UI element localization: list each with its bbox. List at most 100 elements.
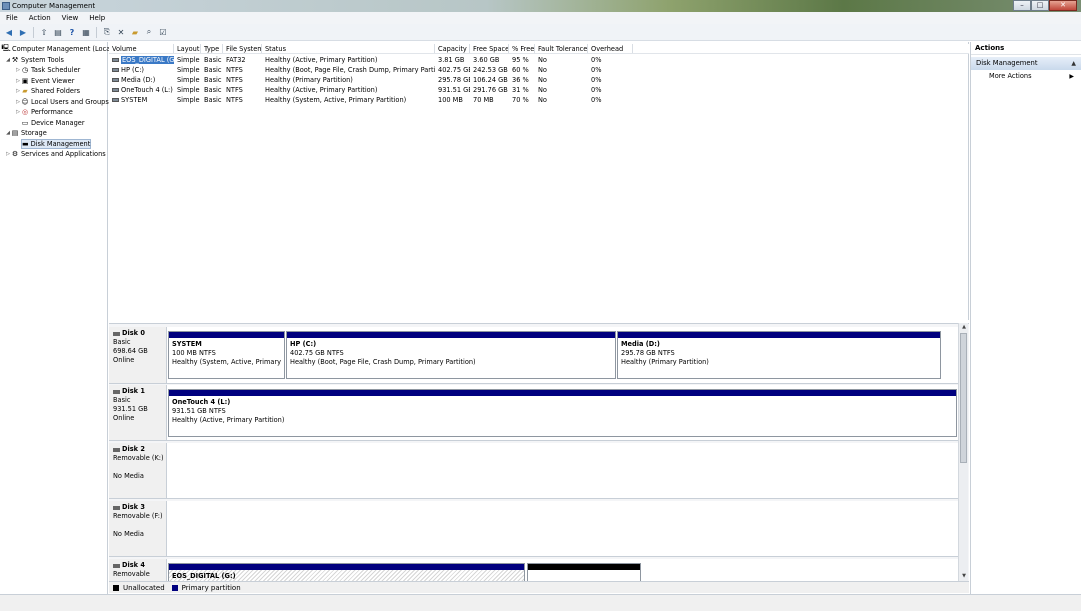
table-row[interactable]: HP (C:) Simple Basic NTFS Healthy (Boot, Pag… [109, 65, 969, 75]
table-row[interactable]: EOS_DIGITAL (G:) Simple Basic FAT32 Healthy … [109, 55, 969, 65]
disk-info[interactable]: Disk 0 Basic 698.64 GB Online [109, 327, 167, 383]
folder-icon[interactable]: ▰ [129, 26, 141, 38]
tree-local-users-and-groups[interactable]: ▷ ☺ Local Users and Groups [15, 97, 109, 107]
storage-icon: ▤ [11, 129, 19, 137]
back-icon[interactable]: ◀ [3, 26, 15, 38]
column-header-free-space[interactable]: Free Space [470, 44, 509, 53]
tree-services-and-applications[interactable]: ▷ ⚙ Services and Applications [5, 149, 106, 159]
disk-name: Disk 0 [113, 329, 162, 338]
cell-overhead: 0% [588, 85, 633, 95]
cell-fault-tolerance: No [535, 75, 588, 85]
tree-event-viewer[interactable]: ▷ ▣ Event Viewer [15, 76, 74, 86]
legend-swatch-primary [171, 584, 178, 591]
minimize-button[interactable]: – [1013, 0, 1031, 11]
menu-help[interactable]: Help [89, 14, 105, 22]
tree-shared-folders[interactable]: ▷ ▰ Shared Folders [15, 86, 80, 96]
maximize-button[interactable]: □ [1031, 0, 1049, 11]
tree-storage[interactable]: ◢ ▤ Storage [5, 128, 47, 138]
menu-file[interactable]: File [6, 14, 18, 22]
tree-performance[interactable]: ▷ ◎ Performance [15, 107, 73, 117]
tree-label: Services and Applications [21, 150, 106, 158]
table-row[interactable]: SYSTEM Simple Basic NTFS Healthy (System, Ac… [109, 95, 969, 105]
clock-icon: ◷ [21, 66, 29, 74]
partition-media-d[interactable]: Media (D:) 295.78 GB NTFS Healthy (Prima… [617, 331, 941, 379]
menu-action[interactable]: Action [29, 14, 51, 22]
tree-label: Event Viewer [31, 77, 75, 85]
menu-view[interactable]: View [62, 14, 79, 22]
disk-map-scrollbar[interactable]: ▲ ▼ [958, 323, 968, 581]
column-header-overhead[interactable]: Overhead [588, 44, 633, 53]
checklist-icon[interactable]: ☑ [157, 26, 169, 38]
partition-system[interactable]: SYSTEM 100 MB NTFS Healthy (System, Acti… [168, 331, 285, 379]
more-actions-label: More Actions [989, 72, 1032, 80]
help-icon[interactable]: ? [66, 26, 78, 38]
up-icon[interactable]: ⇧ [38, 26, 50, 38]
column-header-type[interactable]: Type [201, 44, 223, 53]
legend: Unallocated Primary partition [109, 581, 969, 593]
disk-info[interactable]: Disk 2 Removable (K:) No Media [109, 443, 167, 498]
close-button[interactable]: ✕ [1049, 0, 1077, 11]
partition-name: EOS_DIGITAL (G:) [172, 572, 236, 580]
tree-system-tools[interactable]: ◢ ⚒ System Tools [5, 55, 64, 65]
column-header-fault-tolerance[interactable]: Fault Tolerance [535, 44, 588, 53]
cell-type: Basic [201, 85, 223, 95]
performance-icon: ◎ [21, 108, 29, 116]
column-header-percent-free[interactable]: % Free [509, 44, 535, 53]
search-icon[interactable]: ⌕ [143, 26, 155, 38]
disk-icon [113, 331, 120, 336]
partition-status: Healthy (Primary Partition) [621, 358, 709, 366]
cell-text: Simple [177, 86, 200, 94]
column-header-layout[interactable]: Layout [174, 44, 201, 53]
tree-label: Storage [21, 129, 47, 137]
partition-eos-digital-g[interactable]: EOS_DIGITAL (G:) [168, 563, 525, 581]
tree-label: Performance [31, 108, 73, 116]
cell-layout: Simple [174, 75, 201, 85]
cell-capacity: 931.51 GB [435, 85, 470, 95]
view-icon[interactable]: ▦ [80, 26, 92, 38]
cell-free-space: 70 MB [470, 95, 509, 105]
cell-text: HP (C:) [121, 66, 145, 74]
cell-text: 931.51 GB [438, 86, 470, 94]
tree-computer-management[interactable]: 🖳 Computer Management (Local [1, 44, 112, 54]
cell-text: NTFS [226, 76, 243, 84]
properties-icon[interactable]: ▤ [52, 26, 64, 38]
cell-text: 70 % [512, 96, 529, 104]
cell-capacity: 100 MB [435, 95, 470, 105]
table-row[interactable]: OneTouch 4 (L:) Simple Basic NTFS Healthy (A… [109, 85, 969, 95]
cell-text: 242.53 GB [473, 66, 508, 74]
scroll-thumb[interactable] [960, 333, 967, 463]
disk-info[interactable]: Disk 3 Removable (F:) No Media [109, 501, 167, 556]
cell-text: No [538, 56, 547, 64]
disk-row-2: Disk 2 Removable (K:) No Media [109, 443, 959, 499]
partition-hp-c[interactable]: HP (C:) 402.75 GB NTFS Healthy (Boot, Pa… [286, 331, 616, 379]
export-icon[interactable]: ⎘ [101, 26, 113, 38]
tree-device-manager[interactable]: ▭ Device Manager [21, 118, 85, 128]
cell-text: 0% [591, 86, 602, 94]
collapse-icon[interactable]: ▲ [1071, 57, 1076, 70]
disk-info[interactable]: Disk 4 Removable [109, 559, 167, 581]
disk-type: Basic [113, 396, 131, 404]
tree-disk-management[interactable]: ▬ Disk Management [21, 139, 91, 149]
disk-row-0: Disk 0 Basic 698.64 GB Online SYSTEM 100… [109, 327, 959, 384]
column-header-file-system[interactable]: File System [223, 44, 262, 53]
delete-icon[interactable]: ✕ [115, 26, 127, 38]
partition-unallocated[interactable] [527, 563, 641, 581]
cell-file-system: NTFS [223, 95, 262, 105]
actions-section-disk-management[interactable]: Disk Management ▲ [971, 57, 1081, 70]
column-header-capacity[interactable]: Capacity [435, 44, 470, 53]
more-actions-item[interactable]: More Actions ▶ [971, 70, 1081, 83]
scroll-down-icon[interactable]: ▼ [959, 572, 969, 581]
disk-info[interactable]: Disk 1 Basic 931.51 GB Online [109, 385, 167, 440]
column-header-status[interactable]: Status [262, 44, 435, 53]
column-header-volume[interactable]: Volume [109, 44, 174, 53]
tree-task-scheduler[interactable]: ▷ ◷ Task Scheduler [15, 65, 80, 75]
table-row[interactable]: Media (D:) Simple Basic NTFS Healthy (Primar… [109, 75, 969, 85]
drive-icon [112, 78, 119, 82]
partition-onetouch-l[interactable]: OneTouch 4 (L:) 931.51 GB NTFS Healthy (… [168, 389, 957, 437]
scroll-up-icon[interactable]: ▲ [959, 323, 969, 332]
disk-map: Disk 0 Basic 698.64 GB Online SYSTEM 100… [109, 323, 969, 581]
actions-pane: Actions Disk Management ▲ More Actions ▶ [970, 42, 1081, 594]
disk-row-4: Disk 4 Removable EOS_DIGITAL (G:) [109, 559, 959, 581]
forward-icon[interactable]: ▶ [17, 26, 29, 38]
cell-type: Basic [201, 95, 223, 105]
